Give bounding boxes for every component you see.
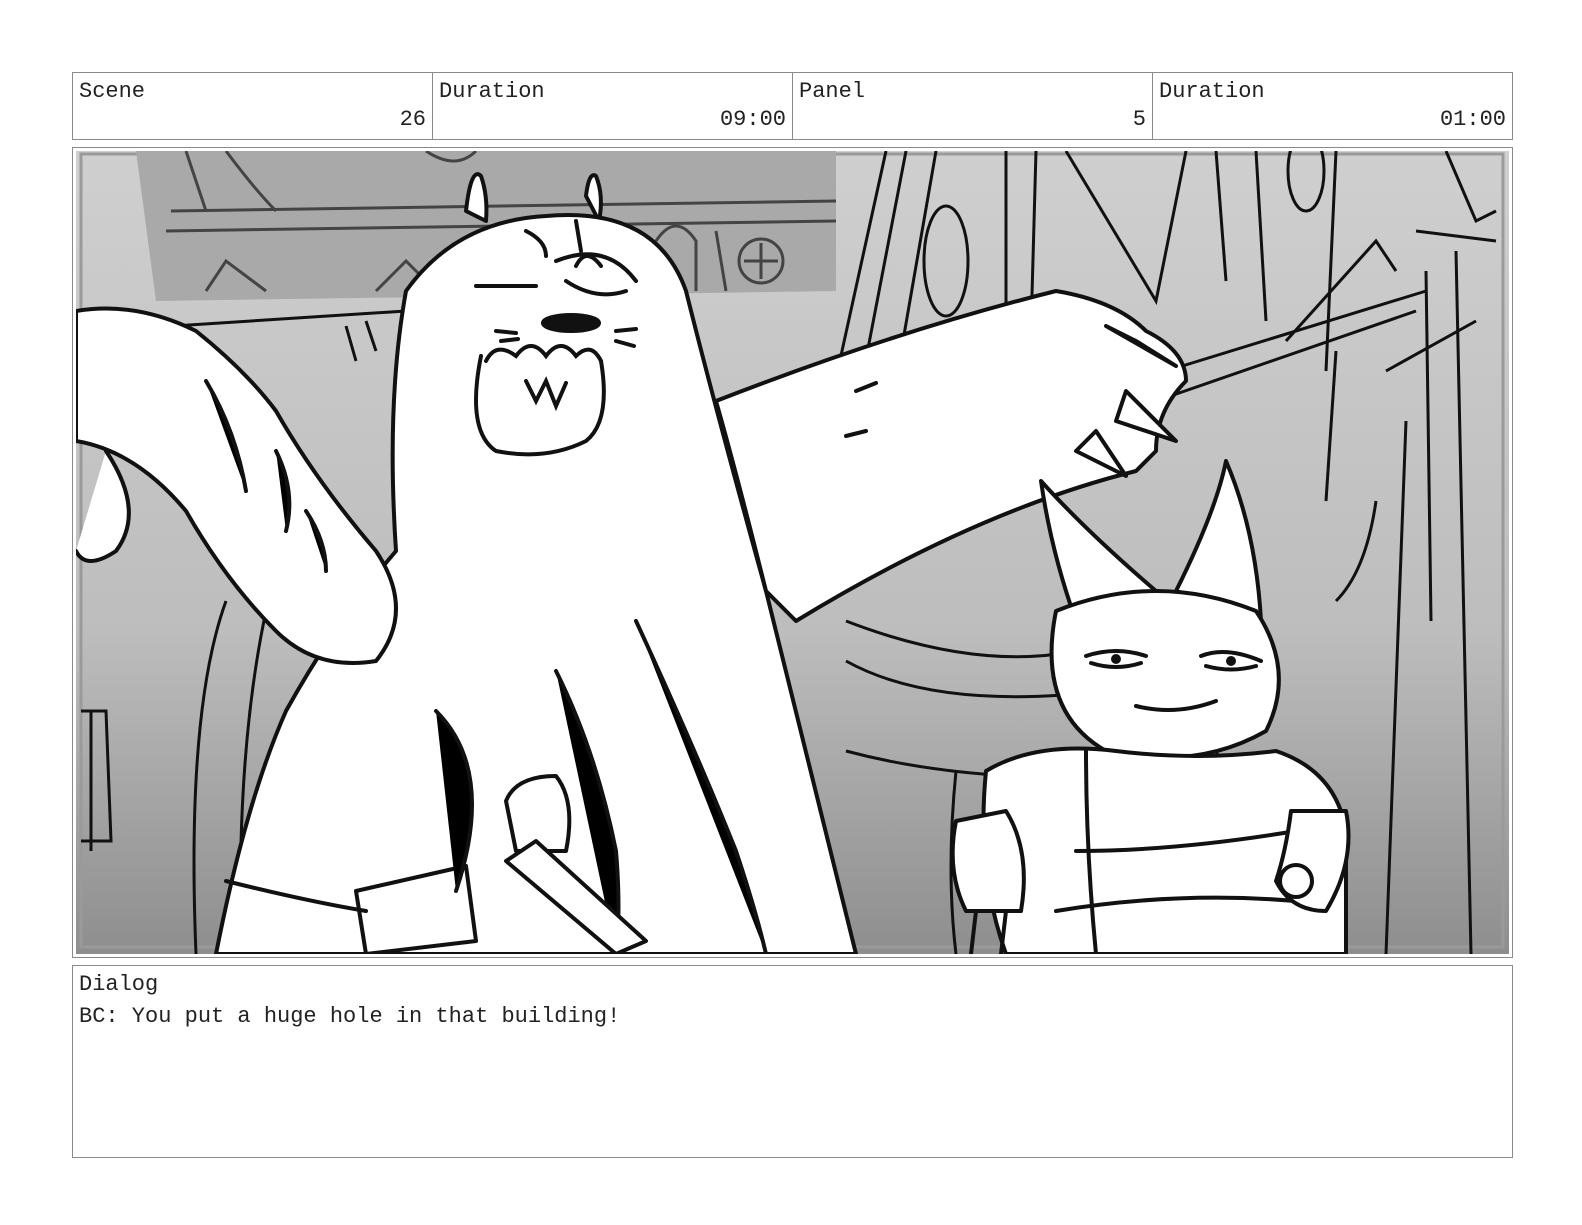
panel-label: Panel bbox=[799, 79, 866, 104]
storyboard-panel-frame bbox=[72, 147, 1513, 958]
panel-duration-value: 01:00 bbox=[1439, 107, 1506, 132]
panel-duration-label: Duration bbox=[1159, 79, 1265, 104]
scene-duration-cell: Duration 09:00 bbox=[433, 73, 793, 139]
storyboard-header: Scene 26 Duration 09:00 Panel 5 Duration… bbox=[72, 72, 1513, 140]
dialog-text: BC: You put a huge hole in that building… bbox=[79, 1004, 621, 1029]
panel-duration-cell: Duration 01:00 bbox=[1153, 73, 1512, 139]
panel-cell: Panel 5 bbox=[793, 73, 1153, 139]
storyboard-sketch bbox=[76, 151, 1509, 954]
scene-duration-value: 09:00 bbox=[719, 107, 786, 132]
scene-cell: Scene 26 bbox=[73, 73, 433, 139]
scene-duration-label: Duration bbox=[439, 79, 545, 104]
dialog-box: Dialog BC: You put a huge hole in that b… bbox=[72, 965, 1513, 1158]
scene-label: Scene bbox=[79, 79, 146, 104]
dialog-label: Dialog bbox=[79, 972, 159, 997]
scene-number: 26 bbox=[399, 107, 426, 132]
panel-number: 5 bbox=[1132, 107, 1146, 132]
